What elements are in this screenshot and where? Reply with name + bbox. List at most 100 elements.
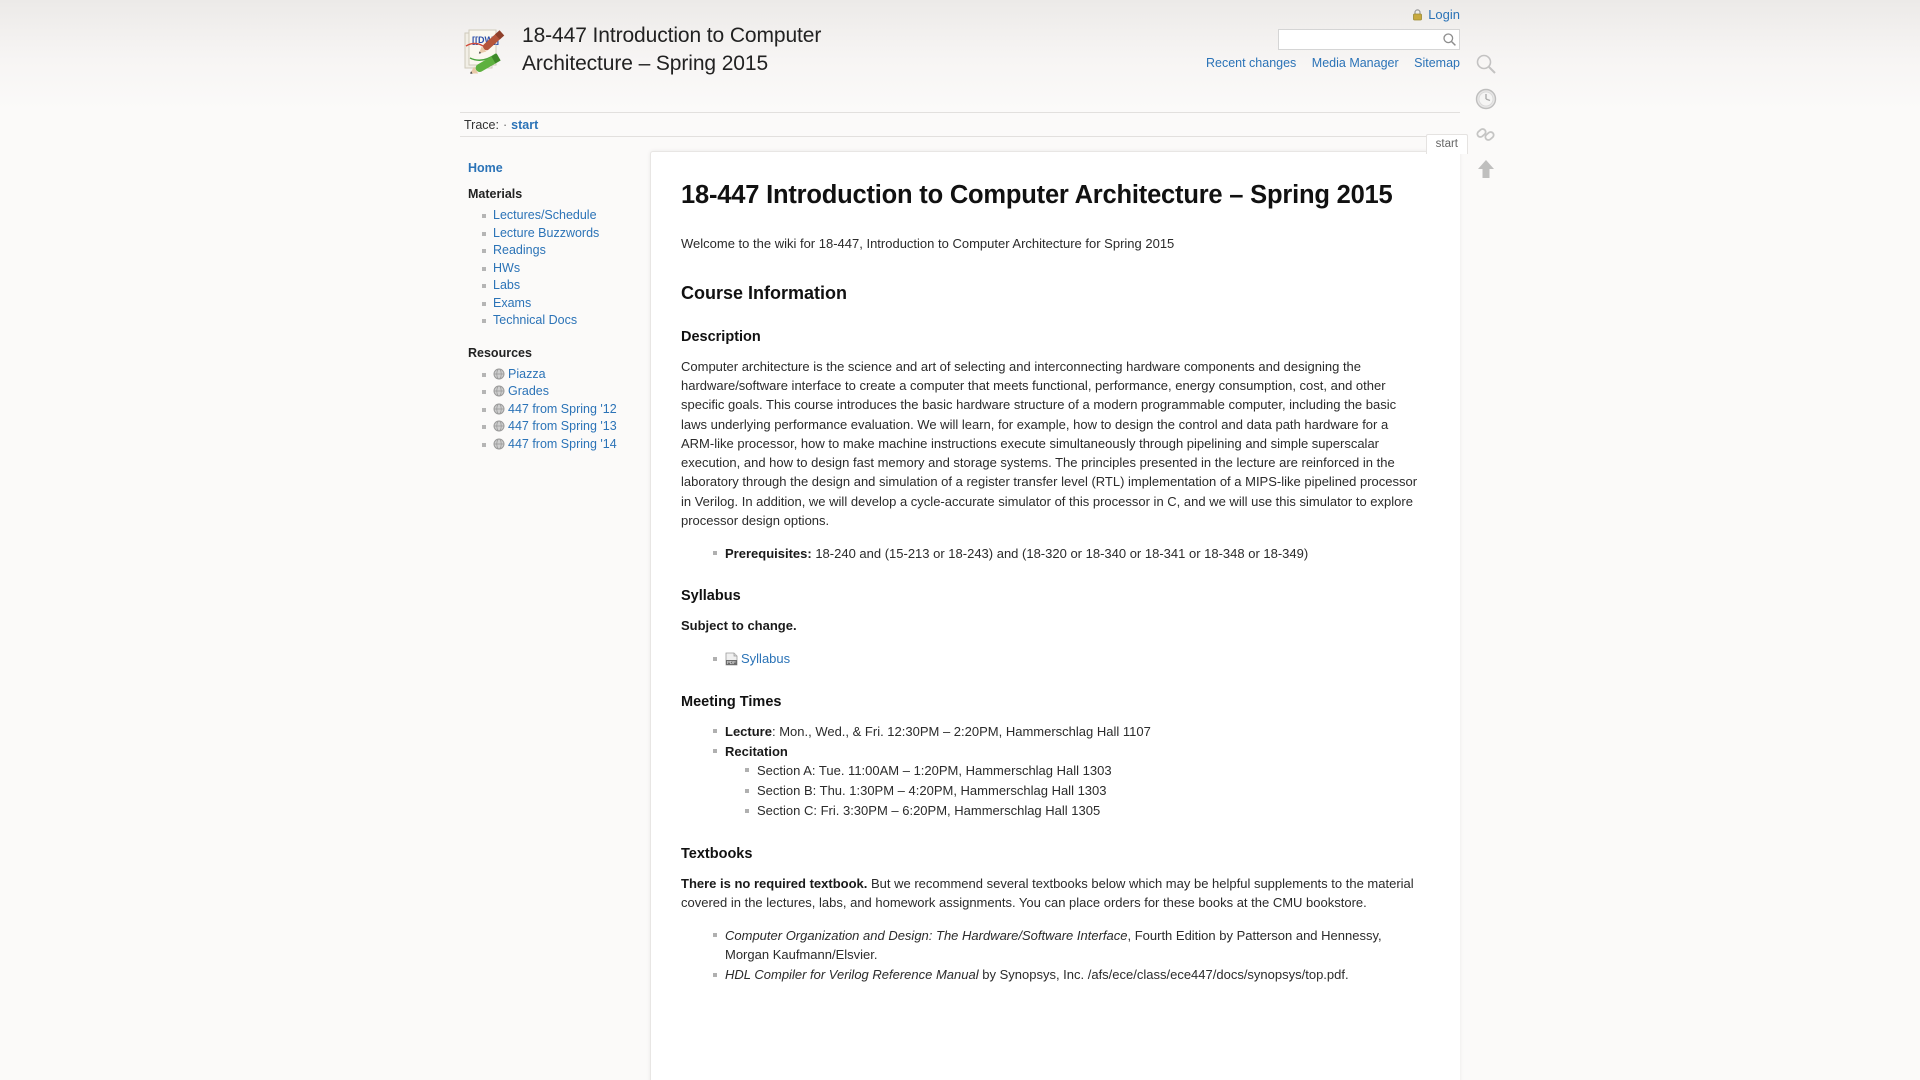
welcome-paragraph: Welcome to the wiki for 18-447, Introduc… <box>681 235 1175 251</box>
textbooks-intro-bold: There is no required textbook. <box>681 875 868 891</box>
recitation-section-a: Section A: Tue. 11:00AM – 1:20PM, Hammer… <box>745 761 1418 780</box>
textbook-title: HDL Compiler for Verilog Reference Manua… <box>725 967 979 983</box>
sidebar-item-grades[interactable]: Grades <box>482 383 642 401</box>
search-button[interactable] <box>1442 32 1457 47</box>
description-paragraph: Computer architecture is the science and… <box>681 359 1418 528</box>
syllabus-note-text: Subject to change. <box>681 618 797 634</box>
globe-icon <box>493 385 505 397</box>
syllabus-link[interactable]: Syllabus <box>741 651 790 666</box>
recitation-item: Recitation Section A: Tue. 11:00AM – 1:2… <box>713 742 1418 821</box>
login-link[interactable]: Login <box>1428 7 1460 22</box>
prerequisites-list: Prerequisites: 18-240 and (15-213 or 18-… <box>681 544 1418 563</box>
login-row[interactable]: Login <box>1130 4 1460 24</box>
content-column: start 18-447 Introduction to Computer Ar… <box>650 134 1468 1080</box>
sidebar-link-label[interactable]: 447 from Spring '12 <box>508 402 617 416</box>
sidebar-item-lecture-buzzwords[interactable]: Lecture Buzzwords <box>482 225 642 243</box>
breadcrumb-item-start[interactable]: start <box>511 118 538 132</box>
lock-icon <box>1412 8 1423 21</box>
lecture-item: Lecture: Mon., Wed., & Fri. 12:30PM – 2:… <box>713 722 1418 741</box>
sidebar-item-readings[interactable]: Readings <box>482 242 642 260</box>
back-to-top-arrow-icon[interactable] <box>1474 157 1498 181</box>
sidebar-item-exams[interactable]: Exams <box>482 295 642 313</box>
sidebar-link-label[interactable]: Lectures/Schedule <box>493 208 597 222</box>
textbooks-intro: There is no required textbook. But we re… <box>681 874 1418 912</box>
sidebar-heading-materials: Materials <box>468 187 523 201</box>
sidebar-link-label[interactable]: Grades <box>508 384 549 398</box>
recitation-section-c: Section C: Fri. 3:30PM – 6:20PM, Hammers… <box>745 801 1418 820</box>
globe-icon <box>493 420 505 432</box>
sidebar-item-447-spring-14[interactable]: 447 from Spring '14 <box>482 436 642 454</box>
globe-icon <box>493 403 505 415</box>
textbook-item: HDL Compiler for Verilog Reference Manua… <box>713 965 1418 984</box>
sidebar-link-label[interactable]: HWs <box>493 261 520 275</box>
search-wrap <box>1278 29 1460 50</box>
sidebar-item-447-spring-12[interactable]: 447 from Spring '12 <box>482 401 642 419</box>
heading-textbooks: Textbooks <box>681 845 753 862</box>
media-manager-link[interactable]: Media Manager <box>1312 56 1399 70</box>
recent-changes-link[interactable]: Recent changes <box>1206 56 1296 70</box>
sidebar-item-hws[interactable]: HWs <box>482 260 642 278</box>
page-body: Home Materials Lectures/Schedule Lecture… <box>460 134 1468 1080</box>
syllabus-note: Subject to change. <box>681 616 1418 635</box>
pdf-icon: PDF <box>725 652 738 666</box>
wiki-content: 18-447 Introduction to Computer Architec… <box>650 151 1460 1080</box>
page-root: [[DW]] 18-447 Introduction to Computer A… <box>460 0 1497 1080</box>
prerequisites-label: Prerequisites: <box>725 545 812 561</box>
header-nav-links: Recent changes Media Manager Sitemap <box>1130 56 1460 70</box>
site-header: [[DW]] 18-447 Introduction to Computer A… <box>460 0 1460 112</box>
search-input[interactable] <box>1278 29 1460 50</box>
textbook-rest: by Synopsys, Inc. /afs/ece/class/ece447/… <box>978 967 1349 983</box>
breadcrumb-label: Trace: <box>464 117 499 132</box>
sidebar-item-lectures-schedule[interactable]: Lectures/Schedule <box>482 207 642 225</box>
sidebar-link-label[interactable]: Exams <box>493 296 531 310</box>
lecture-text: : Mon., Wed., & Fri. 12:30PM – 2:20PM, H… <box>771 723 1151 739</box>
sidebar: Home Materials Lectures/Schedule Lecture… <box>460 151 650 469</box>
sidebar-link-label[interactable]: Labs <box>493 278 520 292</box>
search-form <box>1130 29 1460 50</box>
page-tool-rail <box>1466 52 1506 181</box>
svg-text:PDF: PDF <box>727 661 736 666</box>
sidebar-item-labs[interactable]: Labs <box>482 277 642 295</box>
heading-course-information: Course Information <box>681 283 848 304</box>
sidebar-link-label[interactable]: Lecture Buzzwords <box>493 226 599 240</box>
sidebar-home-link[interactable]: Home <box>468 161 503 175</box>
sidebar-link-label[interactable]: Readings <box>493 243 546 257</box>
textbook-title: Computer Organization and Design: The Ha… <box>725 927 1128 943</box>
prerequisites-item: Prerequisites: 18-240 and (15-213 or 18-… <box>713 544 1418 563</box>
search-icon[interactable] <box>1474 52 1498 76</box>
heading-syllabus: Syllabus <box>681 588 741 605</box>
sidebar-item-447-spring-13[interactable]: 447 from Spring '13 <box>482 418 642 436</box>
sitemap-link[interactable]: Sitemap <box>1414 56 1460 70</box>
recitation-label: Recitation <box>725 743 788 759</box>
sidebar-item-technical-docs[interactable]: Technical Docs <box>482 312 642 330</box>
recitation-section-b: Section B: Thu. 1:30PM – 4:20PM, Hammers… <box>745 781 1418 800</box>
dokuwiki-logo-icon[interactable]: [[DW]] <box>460 24 512 76</box>
syllabus-list: PDF Syllabus <box>681 649 1418 668</box>
sidebar-item-home[interactable]: Home <box>468 161 642 175</box>
sidebar-list-resources: Piazza Grades 447 from Spring '12 447 fr… <box>468 366 642 454</box>
sidebar-link-label[interactable]: 447 from Spring '13 <box>508 419 617 433</box>
sidebar-link-label[interactable]: Piazza <box>508 367 546 381</box>
page-title: 18-447 Introduction to Computer Architec… <box>681 181 1393 209</box>
backlinks-chain-icon[interactable] <box>1474 122 1498 146</box>
sidebar-link-label[interactable]: 447 from Spring '14 <box>508 437 617 451</box>
sidebar-link-label[interactable]: Technical Docs <box>493 313 577 327</box>
sidebar-list-materials: Lectures/Schedule Lecture Buzzwords Read… <box>468 207 642 330</box>
syllabus-item[interactable]: PDF Syllabus <box>713 649 1418 668</box>
header-tools: Login Recent changes Media Manager Sitem… <box>1130 4 1460 70</box>
heading-description: Description <box>681 329 761 346</box>
heading-meeting-times: Meeting Times <box>681 693 782 710</box>
meeting-times-list: Lecture: Mon., Wed., & Fri. 12:30PM – 2:… <box>681 722 1418 821</box>
sidebar-item-piazza[interactable]: Piazza <box>482 366 642 384</box>
recent-changes-clock-icon[interactable] <box>1474 87 1498 111</box>
page-tools-tab[interactable]: start <box>1425 134 1468 154</box>
breadcrumb-separator: · <box>502 117 508 132</box>
breadcrumb: Trace: · start <box>460 112 1460 137</box>
globe-icon <box>493 438 505 450</box>
globe-icon <box>493 368 505 380</box>
sidebar-heading-resources: Resources <box>468 345 532 360</box>
site-title[interactable]: 18-447 Introduction to Computer Architec… <box>522 22 902 79</box>
textbooks-list: Computer Organization and Design: The Ha… <box>681 926 1418 985</box>
textbook-item: Computer Organization and Design: The Ha… <box>713 926 1418 964</box>
lecture-label: Lecture <box>725 723 772 739</box>
